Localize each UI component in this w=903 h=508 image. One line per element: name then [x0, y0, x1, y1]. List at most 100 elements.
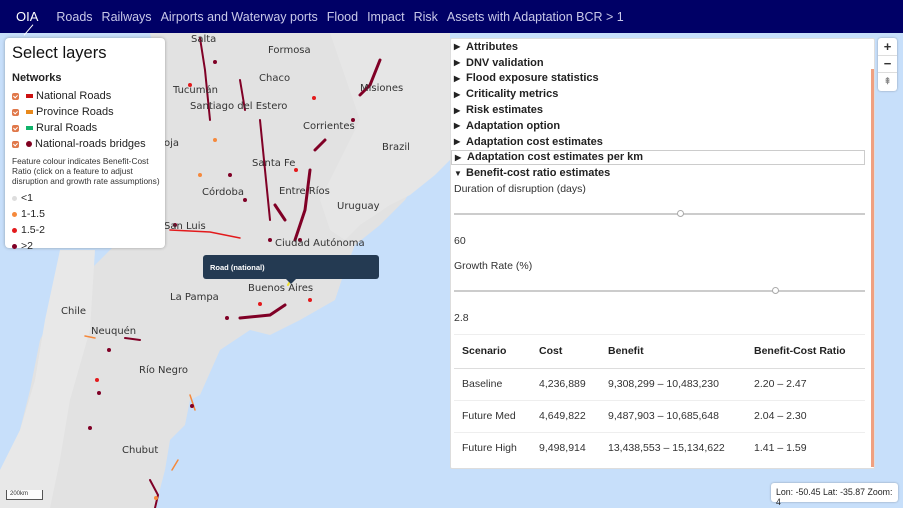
brand-text: OIA: [16, 9, 39, 24]
label-chaco: Chaco: [259, 73, 290, 84]
cell-bcr: 2.04 – 2.30: [746, 400, 865, 433]
section-dnv-validation[interactable]: ▶ DNV validation: [451, 55, 874, 71]
label-cordoba: Córdoba: [202, 186, 244, 198]
networks-heading: Networks: [12, 72, 62, 84]
table-row: Baseline 4,236,889 9,308,299 – 10,483,23…: [454, 368, 865, 401]
layer-label: Rural Roads: [36, 122, 98, 134]
layer-panel-title: Select layers: [12, 44, 107, 62]
label-ciudad-autonoma: Ciudad Autónoma: [275, 237, 365, 249]
layer-label: National-roads bridges: [35, 138, 146, 150]
label-tucuman: Tucumán: [172, 84, 218, 96]
caret-right-icon: ▶: [454, 42, 461, 52]
layer-rural-roads[interactable]: Rural Roads: [12, 120, 161, 136]
label-corrientes: Corrientes: [303, 121, 355, 132]
zoom-out-button[interactable]: −: [878, 56, 897, 73]
nav-flood[interactable]: Flood: [327, 10, 358, 24]
caret-right-icon: ▶: [454, 73, 461, 83]
cursor-coordinates: Lon: -50.45 Lat: -35.87 Zoom: 4: [771, 483, 898, 507]
growth-value: 2.8: [454, 312, 469, 325]
legend-item-lt1: <1: [12, 190, 161, 206]
section-criticality[interactable]: ▶ Criticality metrics: [451, 86, 874, 102]
section-adaptation-cost-per-km[interactable]: ▶ Adaptation cost estimates per km: [451, 149, 865, 166]
checkbox-rural-roads[interactable]: [12, 124, 19, 132]
cell-scenario: Baseline: [454, 368, 531, 401]
nav-railways[interactable]: Railways: [102, 10, 152, 24]
caret-right-icon: ▶: [454, 89, 461, 99]
label-chile: Chile: [61, 306, 86, 317]
section-label: Adaptation cost estimates: [466, 135, 603, 148]
section-flood-exposure[interactable]: ▶ Flood exposure statistics: [451, 71, 874, 87]
scale-bar: 200km: [6, 490, 43, 500]
legend-label: >2: [21, 240, 33, 252]
label-formosa: Formosa: [268, 45, 311, 56]
checkbox-bridges[interactable]: [12, 140, 19, 148]
header-benefit: Benefit: [600, 335, 746, 369]
label-chubut: Chubut: [122, 445, 158, 456]
legend-dot-icon: [12, 243, 17, 249]
growth-slider-track: [454, 290, 865, 293]
label-buenos-aires: Buenos Aires: [248, 283, 313, 294]
label-misiones: Misiones: [360, 83, 403, 94]
rural-roads-swatch-icon: [26, 126, 33, 130]
legend-label: 1.5-2: [21, 224, 45, 236]
section-bcr-estimates[interactable]: ▼ Benefit-cost ratio estimates: [451, 165, 874, 181]
zoom-in-button[interactable]: +: [878, 38, 897, 56]
layer-national-roads[interactable]: National Roads: [12, 88, 161, 104]
cell-cost: 9,498,914: [539, 442, 586, 455]
cell-benefit: 9,308,299 – 10,483,230: [600, 368, 746, 401]
checkbox-national-roads[interactable]: [12, 92, 19, 100]
compass-reset-icon[interactable]: ⇞: [878, 73, 897, 91]
nav-impact[interactable]: Impact: [367, 10, 405, 24]
header-bcr: Benefit-Cost Ratio: [746, 335, 865, 369]
growth-slider-thumb[interactable]: [771, 287, 779, 295]
section-label: Adaptation cost estimates per km: [467, 151, 644, 164]
table-header-row: Scenario Cost Benefit Benefit-Cost Ratio: [454, 335, 865, 369]
duration-slider[interactable]: [454, 201, 865, 227]
checkbox-province-roads[interactable]: [12, 108, 19, 116]
province-roads-swatch-icon: [26, 110, 33, 114]
section-label: Criticality metrics: [466, 88, 559, 101]
nav-assets-bcr[interactable]: Assets with Adaptation BCR > 1: [447, 10, 624, 24]
section-label: Adaptation option: [466, 119, 561, 132]
growth-slider[interactable]: [454, 278, 865, 304]
legend-item-gt2: >2: [12, 238, 161, 254]
cell-benefit: 13,438,553 – 15,134,622: [608, 442, 725, 455]
legend-dot-icon: [12, 211, 17, 217]
caret-right-icon: ▶: [454, 58, 461, 68]
caret-right-icon: ▶: [454, 121, 461, 131]
bcr-note: Feature colour indicates Benefit-Cost Ra…: [12, 156, 160, 186]
layer-province-roads[interactable]: Province Roads: [12, 104, 161, 120]
table-row: Future Med 4,649,822 9,487,903 – 10,685,…: [454, 400, 865, 433]
header-cost: Cost: [531, 335, 600, 369]
header-scenario: Scenario: [454, 335, 531, 369]
section-label: DNV validation: [466, 56, 544, 69]
layer-bridges[interactable]: National-roads bridges: [12, 136, 161, 152]
section-label: Attributes: [466, 40, 518, 53]
bridges-swatch-icon: [26, 141, 32, 147]
cell-cost: 4,649,822: [531, 400, 600, 433]
section-adaptation-option[interactable]: ▶ Adaptation option: [451, 118, 874, 134]
section-attributes[interactable]: ▶ Attributes: [451, 39, 874, 55]
nav-airports-ports[interactable]: Airports and Waterway ports: [161, 10, 318, 24]
section-label: Risk estimates: [466, 104, 544, 117]
nav-risk[interactable]: Risk: [414, 10, 438, 24]
feature-details-panel: ▶ Attributes ▶ DNV validation ▶ Flood expos…: [450, 38, 875, 469]
panel-scrollbar[interactable]: [871, 69, 874, 467]
label-salta: Salta: [191, 34, 216, 45]
layer-label: Province Roads: [36, 106, 114, 118]
brand-logo[interactable]: OIA: [16, 9, 39, 36]
layer-panel: Select layers Networks National Roads Pr…: [5, 38, 165, 252]
cell-bcr: 1.41 – 1.59: [754, 442, 807, 455]
map-zoom-controls: + − ⇞: [878, 38, 897, 91]
cell-bcr: 2.20 – 2.47: [746, 368, 865, 401]
section-risk[interactable]: ▶ Risk estimates: [451, 102, 874, 118]
duration-value: 60: [454, 235, 466, 248]
duration-label: Duration of disruption (days): [454, 183, 586, 196]
layer-label: National Roads: [36, 90, 112, 102]
nav-roads[interactable]: Roads: [56, 10, 92, 24]
bcr-table: Scenario Cost Benefit Benefit-Cost Ratio…: [454, 335, 865, 464]
growth-label: Growth Rate (%): [454, 260, 533, 273]
duration-slider-thumb[interactable]: [677, 210, 685, 218]
national-roads-swatch-icon: [26, 94, 33, 98]
section-adaptation-cost[interactable]: ▶ Adaptation cost estimates: [451, 134, 874, 150]
